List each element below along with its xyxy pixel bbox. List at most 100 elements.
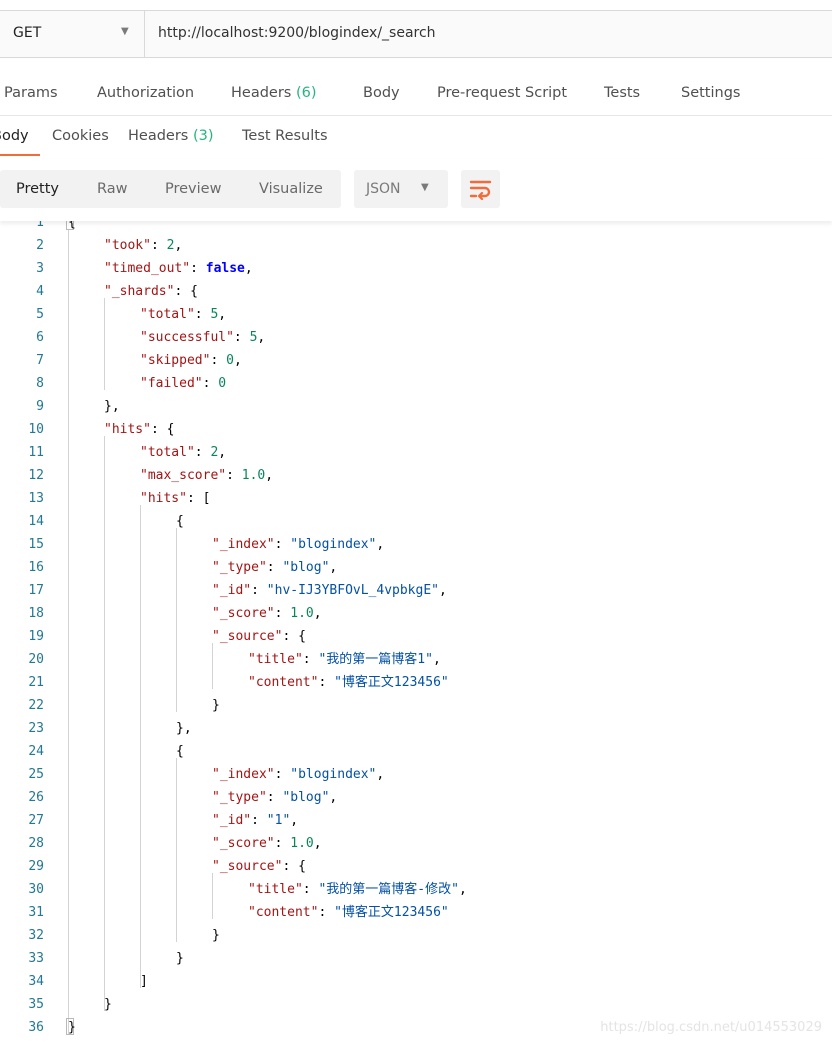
method-label: GET bbox=[13, 25, 42, 41]
tab-test-results[interactable]: Test Results bbox=[242, 128, 328, 144]
line-number: 35 bbox=[28, 997, 44, 1012]
code-line: 13 "hits": [ bbox=[0, 487, 832, 510]
json-token-str: "blog" bbox=[282, 790, 330, 805]
json-token-key: "_id" bbox=[212, 583, 252, 598]
tab-response-headers[interactable]: Headers (3) bbox=[128, 128, 214, 144]
json-token-p: : bbox=[251, 583, 267, 598]
code-line: 9}, bbox=[0, 395, 832, 418]
chevron-down-icon: ▼ bbox=[421, 182, 429, 193]
line-number: 14 bbox=[28, 514, 44, 529]
json-token-p: }, bbox=[104, 399, 120, 414]
json-token-str: "1" bbox=[266, 813, 291, 828]
json-token-str: "blogindex" bbox=[290, 767, 377, 782]
visualize-button[interactable]: Visualize bbox=[259, 181, 323, 197]
json-token-p: : bbox=[302, 652, 319, 667]
line-number: 6 bbox=[36, 330, 44, 345]
code-text: } bbox=[104, 993, 112, 1016]
json-token-p: : bbox=[274, 767, 291, 782]
wrap-lines-icon bbox=[469, 180, 492, 200]
json-token-p: : bbox=[266, 560, 283, 575]
json-token-key: "hits" bbox=[140, 491, 187, 506]
json-token-p: , bbox=[257, 330, 266, 345]
json-token-p: , bbox=[376, 767, 385, 782]
json-token-str: "博客正文123456" bbox=[334, 675, 449, 690]
method-select[interactable]: GET ▼ bbox=[0, 11, 145, 57]
line-number: 4 bbox=[36, 284, 44, 299]
code-line: 27 "_id": "1", bbox=[0, 809, 832, 832]
code-text: "_type": "blog", bbox=[212, 556, 337, 579]
code-text: "max_score": 1.0, bbox=[140, 464, 273, 487]
json-token-p: , bbox=[458, 882, 467, 897]
json-token-key: "_score" bbox=[212, 836, 275, 851]
json-token-key: "_type" bbox=[212, 560, 267, 575]
code-line: 10 "hits": { bbox=[0, 418, 832, 441]
json-token-p: : bbox=[274, 606, 291, 621]
code-text: { bbox=[176, 740, 184, 763]
raw-button[interactable]: Raw bbox=[97, 181, 128, 197]
tab-cookies[interactable]: Cookies bbox=[52, 128, 109, 144]
tab-authorization[interactable]: Authorization bbox=[97, 85, 194, 101]
response-body-editor[interactable]: 1{2 "took": 2, 3 "timed_out": false, 4 "_shar… bbox=[0, 210, 832, 1048]
json-token-p: : bbox=[318, 675, 335, 690]
json-token-p: : [ bbox=[186, 491, 211, 506]
line-number: 32 bbox=[28, 928, 44, 943]
json-token-p: : bbox=[226, 468, 242, 483]
code-text: } bbox=[212, 924, 220, 947]
line-number: 30 bbox=[28, 882, 44, 897]
code-text: "_id": "1", bbox=[212, 809, 298, 832]
json-token-p: : bbox=[194, 445, 211, 460]
code-line: 8 "failed": 0 bbox=[0, 372, 832, 395]
wrap-lines-button[interactable] bbox=[461, 170, 500, 208]
json-token-str: "blogindex" bbox=[290, 537, 377, 552]
code-text: "_index": "blogindex", bbox=[212, 763, 384, 786]
tab-body[interactable]: Body bbox=[363, 85, 400, 101]
line-number: 12 bbox=[28, 468, 44, 483]
tab-headers-label: Headers bbox=[231, 85, 292, 101]
tab-params[interactable]: Params bbox=[4, 85, 58, 101]
code-line: 15 "_index": "blogindex", bbox=[0, 533, 832, 556]
code-line: 11 "total": 2, bbox=[0, 441, 832, 464]
code-line: 33} bbox=[0, 947, 832, 970]
line-number: 20 bbox=[28, 652, 44, 667]
tab-tests[interactable]: Tests bbox=[604, 85, 640, 101]
pretty-button[interactable]: Pretty bbox=[16, 181, 59, 197]
code-text: } bbox=[68, 1016, 76, 1039]
code-text: "skipped": 0, bbox=[140, 349, 242, 372]
code-line: 23}, bbox=[0, 717, 832, 740]
code-line: 35} bbox=[0, 993, 832, 1016]
watermark: https://blog.csdn.net/u014553029 bbox=[600, 1020, 822, 1035]
url-input[interactable]: http://localhost:9200/blogindex/_search bbox=[158, 25, 436, 41]
json-token-num: 1.0 bbox=[290, 606, 314, 621]
json-token-p: , bbox=[233, 353, 242, 368]
line-number: 26 bbox=[28, 790, 44, 805]
code-text: "hits": { bbox=[104, 418, 174, 441]
json-token-p: , bbox=[313, 836, 322, 851]
tab-response-body[interactable]: Body bbox=[0, 128, 29, 144]
code-line: 22} bbox=[0, 694, 832, 717]
json-token-p: ] bbox=[140, 974, 148, 989]
json-token-p: , bbox=[432, 652, 441, 667]
line-number: 18 bbox=[28, 606, 44, 621]
code-text: } bbox=[176, 947, 184, 970]
json-token-p: : bbox=[210, 353, 227, 368]
preview-button[interactable]: Preview bbox=[165, 181, 221, 197]
format-select[interactable]: JSON ▼ bbox=[354, 170, 448, 208]
json-token-p: , bbox=[313, 606, 322, 621]
line-number: 13 bbox=[28, 491, 44, 506]
json-token-bool: false bbox=[205, 261, 245, 276]
json-token-key: "successful" bbox=[140, 330, 234, 345]
code-line: 20 "title": "我的第一篇博客1", bbox=[0, 648, 832, 671]
code-line: 2 "took": 2, bbox=[0, 234, 832, 257]
format-label: JSON bbox=[366, 181, 401, 197]
code-text: "successful": 5, bbox=[140, 326, 265, 349]
json-token-p: , bbox=[438, 583, 447, 598]
line-number: 3 bbox=[36, 261, 44, 276]
tab-settings[interactable]: Settings bbox=[681, 85, 740, 101]
tab-headers[interactable]: Headers (6) bbox=[231, 85, 317, 101]
code-text: }, bbox=[104, 395, 120, 418]
json-token-key: "_source" bbox=[212, 859, 283, 874]
json-token-p: } bbox=[104, 997, 112, 1012]
code-text: "total": 2, bbox=[140, 441, 226, 464]
line-number: 34 bbox=[28, 974, 44, 989]
tab-pre-request-script[interactable]: Pre-request Script bbox=[437, 85, 567, 101]
